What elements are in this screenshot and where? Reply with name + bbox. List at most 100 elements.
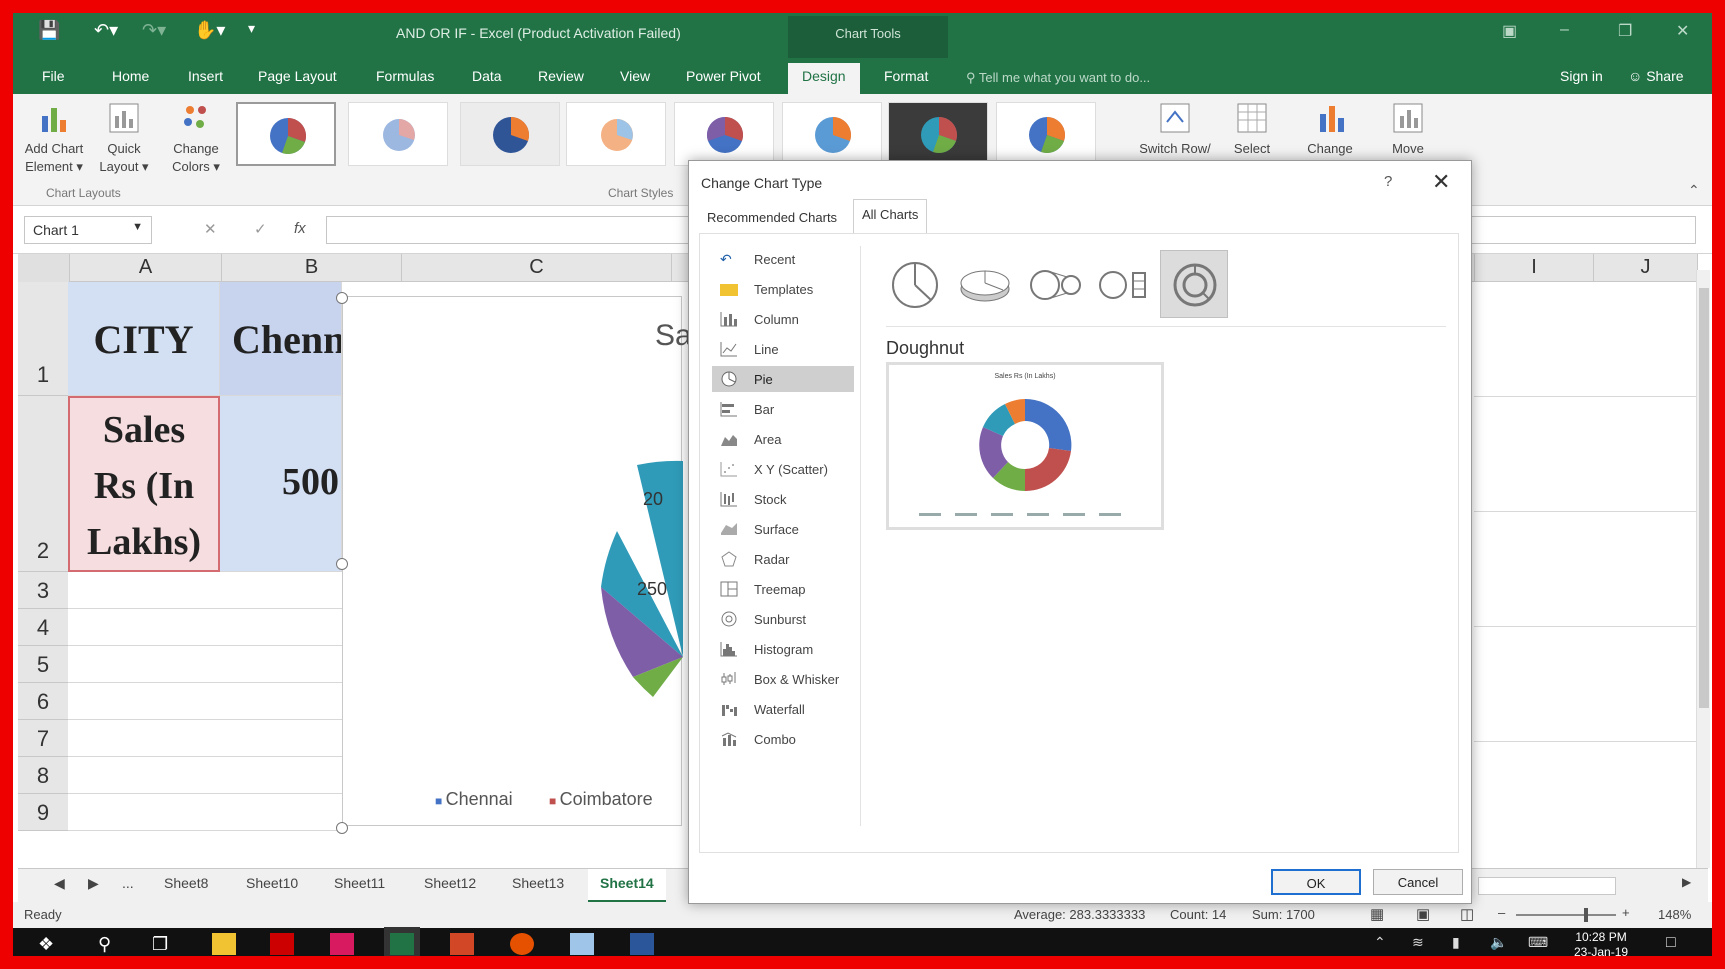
- sheet-tab-sheet14[interactable]: Sheet14: [588, 869, 666, 903]
- action-center-icon[interactable]: □: [1666, 934, 1676, 952]
- powerpoint-icon[interactable]: [450, 933, 474, 955]
- sheet-tab-sheet8[interactable]: Sheet8: [164, 875, 208, 891]
- windows-start-icon[interactable]: ❖: [38, 934, 54, 955]
- move-chart-button[interactable]: Move: [1378, 100, 1438, 158]
- show-hidden-icons-icon[interactable]: ⌃: [1374, 934, 1386, 951]
- excel-icon[interactable]: [384, 927, 420, 961]
- row-header-1[interactable]: 1: [18, 282, 68, 396]
- quick-layout-button[interactable]: Quick Layout ▾: [94, 100, 154, 176]
- chart-type-treemap[interactable]: Treemap: [712, 576, 854, 602]
- chart-type-combo[interactable]: Combo: [712, 726, 854, 752]
- select-all-corner[interactable]: [18, 254, 70, 282]
- subtype-pie[interactable]: [880, 250, 948, 318]
- tab-insert[interactable]: Insert: [188, 68, 223, 84]
- chart-type-line[interactable]: Line: [712, 336, 854, 362]
- normal-view-icon[interactable]: ▦: [1370, 905, 1384, 923]
- scroll-tabs-right-icon[interactable]: ▶: [88, 875, 99, 892]
- tab-file[interactable]: File: [42, 68, 65, 84]
- keyboard-icon[interactable]: ⌨: [1528, 934, 1548, 951]
- page-break-view-icon[interactable]: ◫: [1460, 905, 1474, 923]
- chart-resize-handle-left[interactable]: [336, 558, 348, 570]
- chart-style-7[interactable]: [888, 102, 988, 166]
- row-header-8[interactable]: 8: [18, 757, 68, 794]
- chart-resize-handle-top-left[interactable]: [336, 292, 348, 304]
- chart-style-3[interactable]: [460, 102, 560, 166]
- redo-icon[interactable]: ↷▾: [142, 20, 166, 41]
- cell-a2[interactable]: Sales Rs (In Lakhs): [68, 396, 220, 572]
- sheet-tab-sheet12[interactable]: Sheet12: [424, 875, 476, 891]
- chart-type-pie[interactable]: Pie: [712, 366, 854, 392]
- tab-data[interactable]: Data: [472, 68, 502, 84]
- chart-style-8[interactable]: [996, 102, 1096, 166]
- chart-type-sunburst[interactable]: Sunburst: [712, 606, 854, 632]
- page-layout-view-icon[interactable]: ▣: [1416, 905, 1430, 923]
- chart-type-stock[interactable]: Stock: [712, 486, 854, 512]
- row-header-7[interactable]: 7: [18, 720, 68, 757]
- row-header-5[interactable]: 5: [18, 646, 68, 683]
- dialog-close-icon[interactable]: ✕: [1432, 169, 1450, 195]
- column-header-a[interactable]: A: [70, 254, 222, 282]
- volume-icon[interactable]: 🔈: [1490, 934, 1507, 951]
- sign-in-link[interactable]: Sign in: [1560, 68, 1603, 84]
- more-sheets-button[interactable]: ...: [122, 875, 134, 891]
- tab-format[interactable]: Format: [884, 68, 928, 84]
- cell-b2[interactable]: 500: [220, 396, 342, 572]
- chart-type-surface[interactable]: Surface: [712, 516, 854, 542]
- app-icon[interactable]: [330, 933, 354, 955]
- horizontal-scrollbar[interactable]: [1478, 877, 1616, 895]
- change-colors-button[interactable]: Change Colors ▾: [166, 100, 226, 176]
- column-header-c[interactable]: C: [402, 254, 672, 282]
- name-box[interactable]: Chart 1 ▼: [24, 216, 152, 244]
- zoom-slider-thumb[interactable]: [1584, 908, 1588, 922]
- chart-resize-handle-bottom-left[interactable]: [336, 822, 348, 834]
- cell-a1[interactable]: CITY: [68, 282, 220, 396]
- task-view-icon[interactable]: ❐: [152, 934, 168, 955]
- column-header-j[interactable]: J: [1594, 254, 1698, 282]
- tab-home[interactable]: Home: [112, 68, 149, 84]
- row-header-3[interactable]: 3: [18, 572, 68, 609]
- tab-all-charts[interactable]: All Charts: [853, 199, 928, 233]
- tab-power-pivot[interactable]: Power Pivot: [686, 68, 761, 84]
- chart-style-2[interactable]: [348, 102, 448, 166]
- subtype-doughnut[interactable]: [1160, 250, 1228, 318]
- scroll-tabs-left-icon[interactable]: ◀: [54, 875, 65, 892]
- chart-type-box-whisker[interactable]: Box & Whisker: [712, 666, 854, 692]
- vertical-scroll-thumb[interactable]: [1699, 288, 1709, 708]
- undo-icon[interactable]: ↶▾: [94, 20, 118, 41]
- help-icon[interactable]: ?: [1384, 173, 1392, 190]
- chrome-icon[interactable]: [510, 933, 534, 955]
- chart-style-4[interactable]: [566, 102, 666, 166]
- chart-type-templates[interactable]: Templates: [712, 276, 854, 302]
- sheet-tab-sheet10[interactable]: Sheet10: [246, 875, 298, 891]
- collapse-ribbon-icon[interactable]: ⌃: [1688, 182, 1700, 199]
- touch-mode-icon[interactable]: ✋▾: [194, 20, 225, 41]
- column-header-b[interactable]: B: [222, 254, 402, 282]
- confirm-entry-icon[interactable]: ✓: [254, 220, 267, 238]
- doughnut-preview[interactable]: Sales Rs (In Lakhs): [886, 362, 1164, 530]
- tab-formulas[interactable]: Formulas: [376, 68, 434, 84]
- minimize-icon[interactable]: –: [1560, 21, 1569, 39]
- battery-icon[interactable]: ▮: [1452, 934, 1460, 951]
- tab-recommended-charts[interactable]: Recommended Charts: [699, 203, 845, 233]
- chart-style-5[interactable]: [674, 102, 774, 166]
- switch-row-column-button[interactable]: Switch Row/: [1134, 100, 1216, 158]
- select-data-button[interactable]: Select: [1222, 100, 1282, 158]
- tab-design[interactable]: Design: [788, 63, 860, 94]
- restore-icon[interactable]: ❐: [1618, 21, 1632, 41]
- zoom-slider[interactable]: [1516, 908, 1616, 922]
- chart-type-radar[interactable]: Radar: [712, 546, 854, 572]
- row-header-6[interactable]: 6: [18, 683, 68, 720]
- chart-type-bar[interactable]: Bar: [712, 396, 854, 422]
- zoom-out-icon[interactable]: –: [1498, 905, 1505, 920]
- subtype-bar-of-pie[interactable]: [1090, 250, 1158, 318]
- sheet-tab-sheet13[interactable]: Sheet13: [512, 875, 564, 891]
- row-header-9[interactable]: 9: [18, 794, 68, 831]
- add-chart-element-button[interactable]: Add Chart Element ▾: [20, 100, 88, 176]
- chart-type-scatter[interactable]: X Y (Scatter): [712, 456, 854, 482]
- chart-type-histogram[interactable]: Histogram: [712, 636, 854, 662]
- pdf-reader-icon[interactable]: [270, 933, 294, 955]
- save-icon[interactable]: 💾: [38, 20, 60, 41]
- cancel-entry-icon[interactable]: ✕: [204, 220, 217, 238]
- share-button[interactable]: ☺ Share: [1628, 68, 1684, 84]
- ok-button[interactable]: OK: [1271, 869, 1361, 895]
